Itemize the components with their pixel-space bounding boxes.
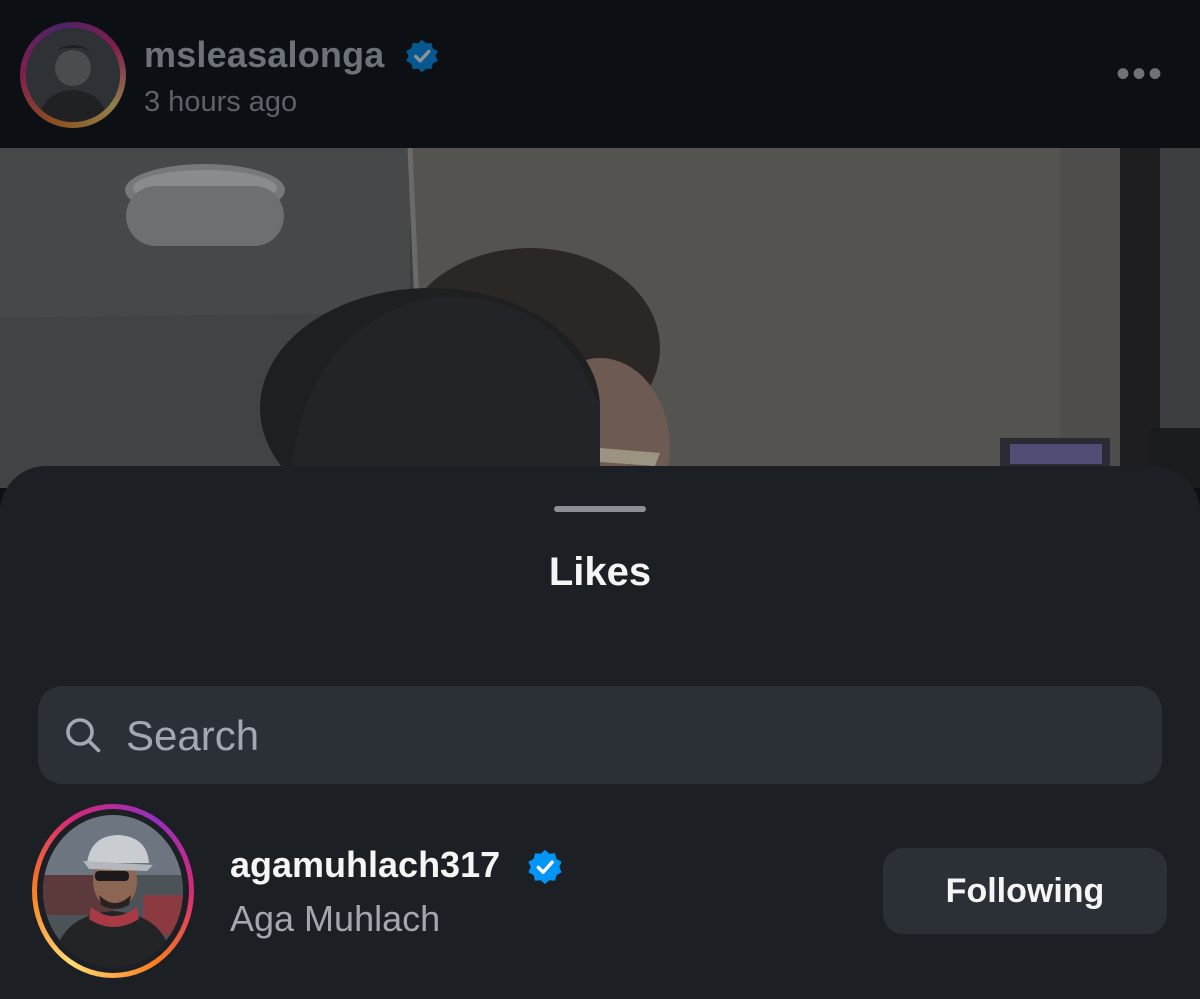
verified-badge-icon — [406, 39, 438, 73]
search-icon — [66, 718, 101, 753]
more-options-icon[interactable]: ••• — [1116, 54, 1164, 94]
post-timestamp: 3 hours ago — [144, 86, 298, 118]
author-username[interactable]: msleasalonga — [144, 34, 385, 76]
post-photo — [0, 148, 1200, 488]
following-button[interactable]: Following — [883, 848, 1167, 934]
liker-username[interactable]: agamuhlach317 — [230, 844, 500, 886]
search-input[interactable] — [126, 704, 1126, 768]
sheet-drag-handle[interactable] — [554, 506, 646, 512]
liker-full-name: Aga Muhlach — [230, 898, 441, 939]
post-header: msleasalonga 3 hours ago ••• — [0, 0, 1200, 148]
author-avatar[interactable] — [26, 28, 120, 122]
verified-badge-icon — [528, 849, 562, 885]
sheet-title: Likes — [548, 550, 652, 594]
liker-avatar[interactable] — [43, 815, 183, 967]
